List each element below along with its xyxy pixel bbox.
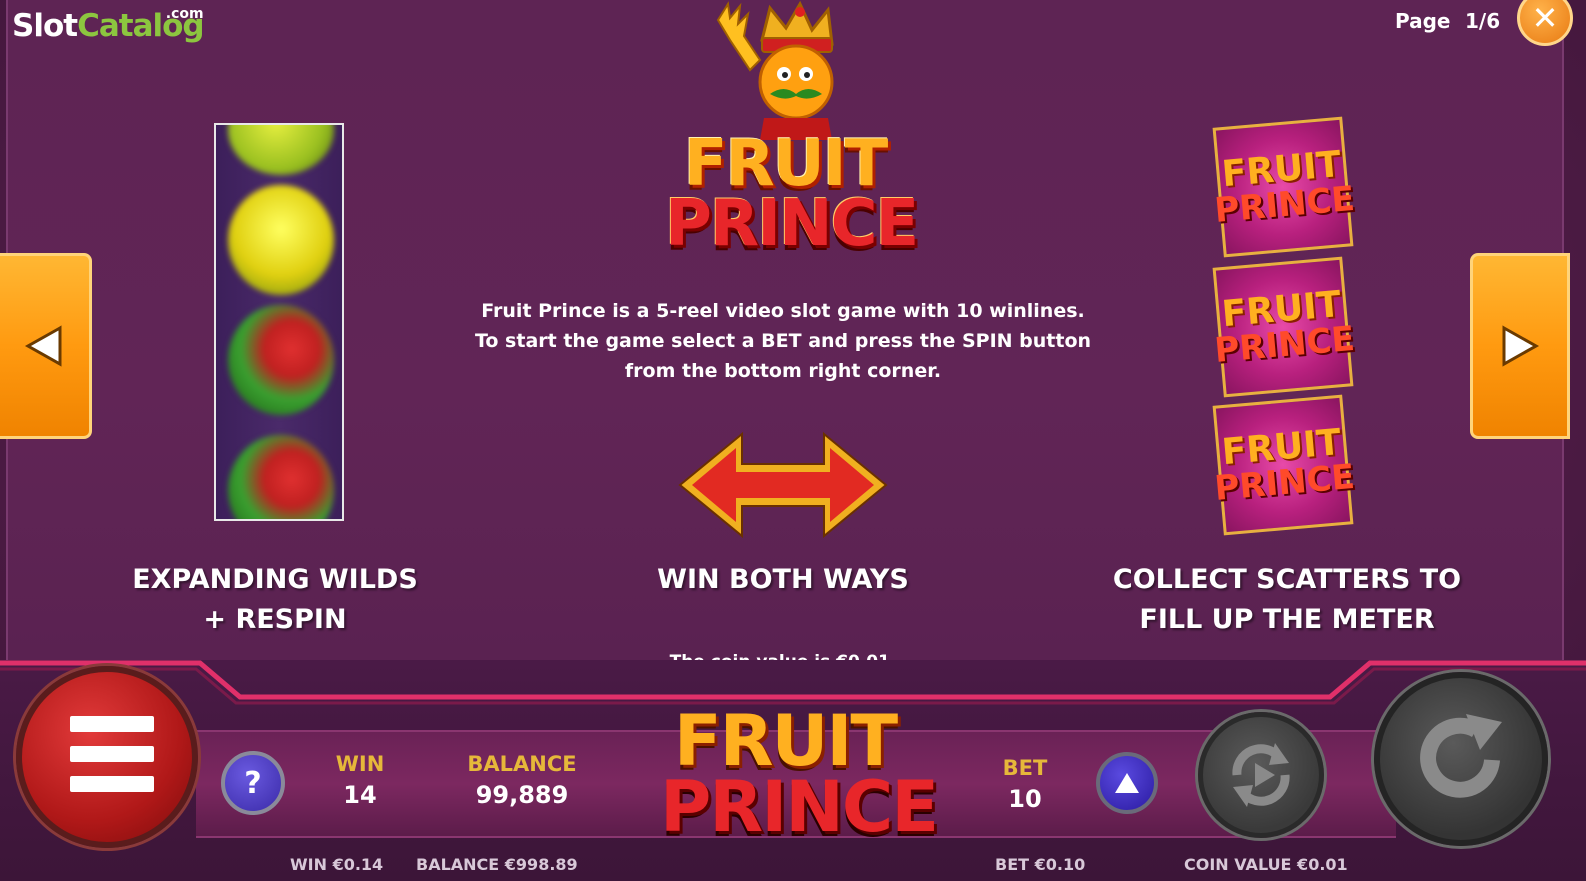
watermelon-symbol — [228, 435, 334, 519]
previous-page-button[interactable] — [0, 253, 92, 439]
game-title-line2: PRINCE — [665, 187, 919, 261]
expanding-wild-reel — [214, 123, 344, 521]
footer-coin-value: COIN VALUE €0.01 — [1184, 855, 1348, 874]
bottom-logo-line2: PRINCE — [660, 766, 939, 848]
scatter-text: PRINCE — [1212, 318, 1357, 371]
triangle-up-icon — [1115, 773, 1139, 793]
hamburger-icon — [70, 716, 154, 732]
bet-label: BET — [1002, 756, 1048, 780]
feature-line: COLLECT SCATTERS TO — [1112, 564, 1462, 595]
spin-button[interactable] — [1374, 672, 1548, 846]
win-label: WIN — [335, 752, 385, 776]
autoplay-button[interactable] — [1198, 712, 1324, 838]
king-mascot-image — [716, 0, 834, 140]
scatter-symbol: FRUIT PRINCE — [1212, 394, 1357, 536]
feature-collect-scatters: COLLECT SCATTERS TO FILL UP THE METER — [1090, 560, 1484, 640]
footer-win: WIN €0.14 — [290, 855, 384, 874]
watermelon-symbol — [228, 305, 334, 415]
footer-balance: BALANCE €998.89 — [416, 855, 578, 874]
win-value: 14 — [343, 781, 377, 809]
description-line: To start the game select a BET and press… — [474, 330, 1092, 352]
triangle-right-icon — [1502, 325, 1540, 367]
feature-win-both-ways: WIN BOTH WAYS — [620, 560, 946, 600]
scatter-symbol: FRUIT PRINCE — [1212, 116, 1357, 258]
logo-word-slot: Slot — [12, 8, 78, 44]
double-arrow-icon — [678, 431, 888, 539]
logo-suffix: .com — [165, 6, 204, 22]
game-title-logo: FRUIT PRINCE — [665, 132, 919, 261]
feature-expanding-wilds: EXPANDING WILDS + RESPIN — [110, 560, 440, 640]
bet-value: 10 — [1008, 785, 1042, 813]
page-number: 1/6 — [1465, 9, 1501, 33]
menu-button[interactable] — [16, 666, 198, 848]
scatter-text: PRINCE — [1212, 178, 1357, 231]
hamburger-icon — [70, 746, 154, 762]
lime-symbol — [228, 125, 334, 175]
lemon-symbol — [228, 185, 334, 295]
page-label: Page — [1395, 9, 1451, 33]
bet-increase-button[interactable] — [1096, 752, 1158, 814]
hamburger-icon — [70, 776, 154, 792]
bottom-game-logo: FRUIT PRINCE — [660, 706, 939, 848]
scatter-text: PRINCE — [1212, 456, 1357, 509]
game-description: Fruit Prince is a 5-reel video slot game… — [470, 296, 1096, 386]
scatter-symbol: FRUIT PRINCE — [1212, 256, 1357, 398]
spin-icon — [1420, 714, 1502, 798]
balance-value: 99,889 — [475, 781, 569, 809]
footer-bet: BET €0.10 — [995, 855, 1086, 874]
feature-line: WIN BOTH WAYS — [657, 564, 909, 595]
help-button[interactable]: ? — [221, 751, 285, 815]
slotcatalog-logo: SlotCatalog .com — [12, 6, 205, 44]
balance-label: BALANCE — [467, 752, 577, 776]
game-stage: SlotCatalog .com Page 1/6 ✕ FRUIT PRINCE… — [0, 0, 1586, 881]
autoplay-icon — [1232, 743, 1290, 807]
feature-line: FILL UP THE METER — [1139, 604, 1435, 635]
description-line: Fruit Prince is a 5-reel video slot game… — [481, 300, 1085, 322]
feature-line: + RESPIN — [203, 604, 347, 635]
next-page-button[interactable] — [1470, 253, 1570, 439]
close-icon: ✕ — [1531, 0, 1559, 37]
question-mark-icon: ? — [244, 765, 262, 801]
description-line: from the bottom right corner. — [624, 360, 942, 382]
triangle-left-icon — [24, 325, 62, 367]
feature-line: EXPANDING WILDS — [132, 564, 418, 595]
